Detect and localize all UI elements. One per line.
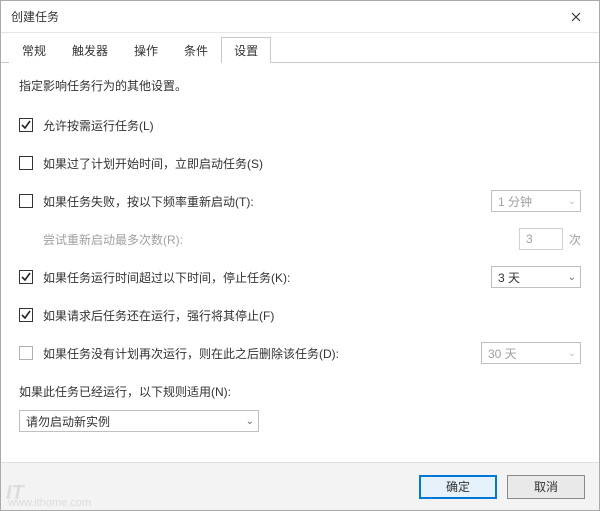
select-stop-duration-value: 3 天 <box>498 269 520 286</box>
tab-settings[interactable]: 设置 <box>221 37 271 63</box>
close-icon <box>571 12 581 22</box>
titlebar: 创建任务 <box>1 1 599 33</box>
label-restart-on-fail: 如果任务失败，按以下频率重新启动(T): <box>43 193 491 210</box>
row-stop-if-long: 如果任务运行时间超过以下时间，停止任务(K): 3 天 ⌄ <box>19 266 581 288</box>
select-restart-interval: 1 分钟 ⌄ <box>491 190 581 212</box>
row-allow-on-demand: 允许按需运行任务(L) <box>19 114 581 136</box>
chevron-down-icon: ⌄ <box>568 196 576 207</box>
select-rule-value: 请勿启动新实例 <box>26 413 110 430</box>
ok-button[interactable]: 确定 <box>419 475 497 499</box>
tab-triggers[interactable]: 触发器 <box>59 37 121 63</box>
tab-actions[interactable]: 操作 <box>121 37 171 63</box>
checkbox-run-if-missed[interactable] <box>19 156 33 170</box>
checkbox-delete-if-not-scheduled[interactable] <box>19 346 33 360</box>
select-rule[interactable]: 请勿启动新实例 ⌄ <box>19 410 259 432</box>
create-task-window: 创建任务 常规 触发器 操作 条件 设置 指定影响任务行为的其他设置。 允许按需… <box>0 0 600 511</box>
row-force-stop: 如果请求后任务还在运行，强行将其停止(F) <box>19 304 581 326</box>
checkbox-restart-on-fail[interactable] <box>19 194 33 208</box>
tab-conditions[interactable]: 条件 <box>171 37 221 63</box>
settings-panel: 指定影响任务行为的其他设置。 允许按需运行任务(L) 如果过了计划开始时间，立即… <box>1 63 599 462</box>
label-run-if-missed: 如果过了计划开始时间，立即启动任务(S) <box>43 155 581 172</box>
row-run-if-missed: 如果过了计划开始时间，立即启动任务(S) <box>19 152 581 174</box>
tab-general[interactable]: 常规 <box>9 37 59 63</box>
chevron-down-icon: ⌄ <box>246 416 254 427</box>
chevron-down-icon: ⌄ <box>568 272 576 283</box>
label-stop-if-long: 如果任务运行时间超过以下时间，停止任务(K): <box>43 269 491 286</box>
window-title: 创建任务 <box>11 8 553 25</box>
row-restart-on-fail: 如果任务失败，按以下频率重新启动(T): 1 分钟 ⌄ <box>19 190 581 212</box>
label-restart-attempts: 尝试重新启动最多次数(R): <box>43 231 519 248</box>
label-rule: 如果此任务已经运行，以下规则适用(N): <box>19 383 581 400</box>
select-restart-interval-value: 1 分钟 <box>498 193 532 210</box>
row-restart-attempts: 尝试重新启动最多次数(R): 3 次 <box>43 228 581 250</box>
tab-strip: 常规 触发器 操作 条件 设置 <box>1 33 599 63</box>
dialog-footer: 确定 取消 <box>1 462 599 510</box>
select-delete-delay-value: 30 天 <box>488 345 517 362</box>
panel-description: 指定影响任务行为的其他设置。 <box>19 77 581 94</box>
row-delete-if-not-scheduled: 如果任务没有计划再次运行，则在此之后删除该任务(D): 30 天 ⌄ <box>19 342 581 364</box>
select-stop-duration[interactable]: 3 天 ⌄ <box>491 266 581 288</box>
label-allow-on-demand: 允许按需运行任务(L) <box>43 117 581 134</box>
checkbox-force-stop[interactable] <box>19 308 33 322</box>
input-restart-attempts: 3 <box>519 228 563 250</box>
checkbox-stop-if-long[interactable] <box>19 270 33 284</box>
chevron-down-icon: ⌄ <box>568 348 576 359</box>
checkbox-allow-on-demand[interactable] <box>19 118 33 132</box>
select-delete-delay: 30 天 ⌄ <box>481 342 581 364</box>
label-delete-if-not-scheduled: 如果任务没有计划再次运行，则在此之后删除该任务(D): <box>43 345 481 362</box>
close-button[interactable] <box>553 1 599 33</box>
label-attempts-suffix: 次 <box>569 231 581 248</box>
row-rule-label: 如果此任务已经运行，以下规则适用(N): <box>19 380 581 402</box>
label-force-stop: 如果请求后任务还在运行，强行将其停止(F) <box>43 307 581 324</box>
cancel-button[interactable]: 取消 <box>507 475 585 499</box>
